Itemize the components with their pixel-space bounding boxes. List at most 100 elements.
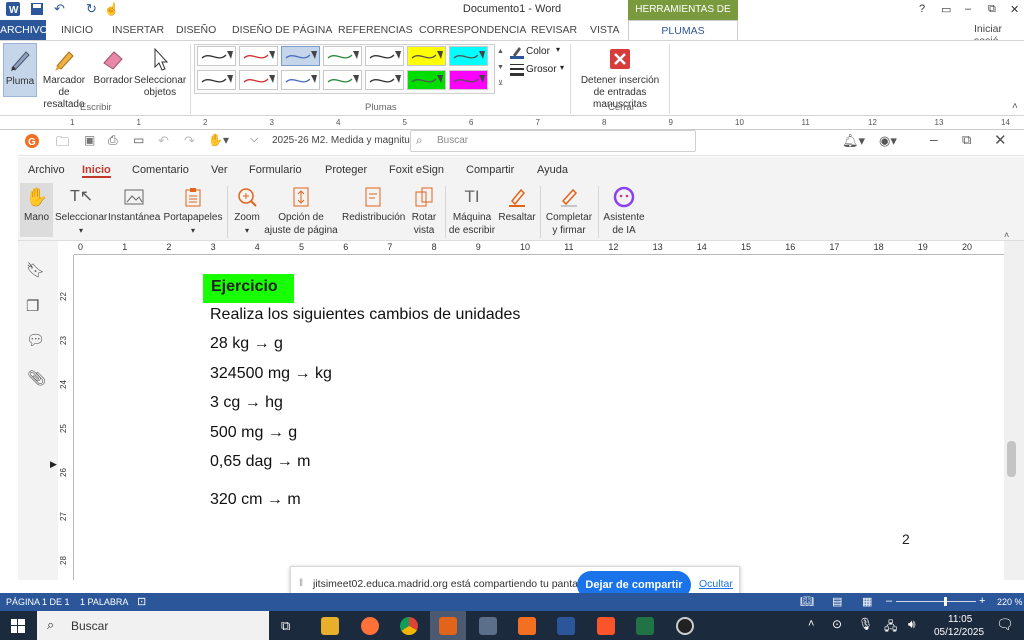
pen-preset-2-7[interactable] — [449, 70, 488, 90]
pen-preset-1-6[interactable] — [407, 46, 446, 66]
clock-time[interactable]: 11:05 — [948, 614, 972, 625]
tab-revisar[interactable]: REVISAR — [531, 24, 577, 36]
notification-bell-icon[interactable]: 🔔︎▾ — [842, 133, 865, 149]
collapse-ribbon-icon[interactable]: ˄ — [1012, 101, 1018, 112]
chrome-icon[interactable] — [400, 617, 418, 635]
tab-plumas[interactable]: PLUMAS — [628, 20, 738, 41]
volume-icon[interactable]: 🔊︎ — [908, 617, 916, 632]
pen-preset-1-2[interactable] — [239, 46, 278, 66]
foxit-pdf-icon[interactable] — [518, 617, 536, 635]
clipboard-button[interactable]: Portapapeles ▾ — [163, 186, 223, 237]
foxit-close-button[interactable]: ✕ — [994, 131, 1007, 149]
tab-vista[interactable]: VISTA — [590, 24, 620, 36]
help-button[interactable]: ? — [919, 3, 925, 15]
tab-insertar[interactable]: INSERTAR — [112, 24, 164, 36]
menu-foxit-esign[interactable]: Foxit eSign — [389, 164, 444, 176]
fit-page-button[interactable]: Opción de ajuste de página — [264, 186, 338, 237]
pen-preset-1-5[interactable] — [365, 46, 404, 66]
tab-archivo[interactable]: ARCHIVO — [0, 20, 48, 40]
menu-ver[interactable]: Ver — [211, 164, 228, 176]
foxit-minimize-button[interactable]: – — [930, 131, 938, 147]
save-icon[interactable]: ▣ — [84, 133, 95, 147]
ai-assistant-button[interactable]: Asistente de IA — [600, 186, 648, 237]
read-mode-icon[interactable]: 📖︎ — [800, 595, 814, 608]
show-hidden-icons[interactable]: ˄ — [808, 618, 814, 630]
pen-preset-1-7[interactable] — [449, 46, 488, 66]
proofing-icon[interactable]: ⊡ — [137, 595, 146, 608]
minimize-button[interactable]: – — [965, 3, 971, 15]
tab-inicio[interactable]: INICIO — [61, 24, 93, 36]
taskbar-search[interactable]: ⌕ Buscar — [37, 611, 269, 640]
highlight-button[interactable]: Resaltar — [497, 186, 537, 224]
pen-preset-2-3[interactable] — [281, 70, 320, 90]
menu-formulario[interactable]: Formulario — [249, 164, 302, 176]
meet-now-icon[interactable]: ⊙ — [832, 617, 842, 631]
pen-preset-2-5[interactable] — [365, 70, 404, 90]
eraser-button[interactable]: Borrador — [93, 46, 133, 87]
tab-diseno[interactable]: DISEÑO — [176, 24, 216, 36]
attachment-icon[interactable]: 📎︎ — [27, 369, 46, 387]
panel-expand-icon[interactable]: ▶ — [50, 459, 57, 470]
menu-proteger[interactable]: Proteger — [325, 164, 367, 176]
snapshot-button[interactable]: Instantánea — [108, 186, 160, 224]
pages-icon[interactable]: ❐ — [26, 297, 39, 315]
menu-compartir[interactable]: Compartir — [466, 164, 514, 176]
pen-preset-2-1[interactable] — [197, 70, 236, 90]
pen-preset-1-1[interactable] — [197, 46, 236, 66]
pen-preset-1-4[interactable] — [323, 46, 362, 66]
microphone-icon[interactable]: 🎙︎ — [858, 617, 873, 631]
word-taskbar-icon[interactable] — [557, 617, 575, 635]
typewriter-button[interactable]: TI Máquina de escribir — [448, 186, 496, 237]
print-layout-icon[interactable]: ▤ — [832, 595, 842, 608]
zoom-slider[interactable] — [896, 601, 976, 602]
redo-icon[interactable]: ↷ — [184, 133, 195, 149]
page-icon[interactable]: ▭ — [133, 133, 144, 147]
zoom-out-icon[interactable]: – — [886, 595, 892, 607]
pen-button[interactable]: Pluma — [3, 43, 37, 97]
zoom-in-icon[interactable]: + — [979, 595, 985, 607]
gallery-scroll[interactable]: ▲ ▼ ⊻ — [494, 44, 506, 94]
open-folder-icon[interactable]: 🗀 — [56, 133, 69, 155]
hand-tool-button[interactable]: ✋ Mano — [20, 183, 53, 237]
excel-icon[interactable] — [636, 617, 654, 635]
web-layout-icon[interactable]: ▦ — [862, 595, 872, 608]
collapse-ribbon-icon[interactable]: ˄ — [1004, 230, 1009, 240]
file-explorer-icon[interactable] — [321, 617, 339, 635]
menu-archivo[interactable]: Archivo — [28, 164, 65, 176]
word-count[interactable]: 1 PALABRA — [80, 597, 128, 607]
foxit-taskbar-icon[interactable] — [439, 617, 457, 635]
obs-icon[interactable] — [676, 617, 694, 635]
pen-preset-2-4[interactable] — [323, 70, 362, 90]
pen-preset-2-2[interactable] — [239, 70, 278, 90]
undo-icon[interactable]: ↶ — [158, 133, 169, 149]
rotate-view-button[interactable]: Rotar vista — [406, 186, 442, 237]
zoom-button[interactable]: Zoom ▾ — [230, 186, 264, 237]
foxit-search-box[interactable]: ⌕ Buscar — [410, 130, 696, 152]
clock-date[interactable]: 05/12/2025 — [934, 627, 984, 638]
select-tool-button[interactable]: T↖ Seleccionar ▾ — [55, 186, 107, 237]
tab-referencias[interactable]: REFERENCIAS — [338, 24, 413, 36]
windows-start-icon[interactable] — [11, 619, 25, 633]
fill-sign-button[interactable]: Completar y firmar — [543, 186, 595, 237]
restore-button[interactable]: ⧉ — [988, 3, 996, 16]
notifications-icon[interactable]: 🗨︎ — [996, 616, 1014, 633]
vertical-scrollbar[interactable] — [1004, 241, 1024, 580]
hide-link[interactable]: Ocultar — [699, 578, 733, 590]
reflow-button[interactable]: Redistribución — [342, 186, 405, 224]
scrollbar-thumb[interactable] — [1007, 441, 1016, 477]
pen-preset-2-6[interactable] — [407, 70, 446, 90]
brave-icon[interactable] — [597, 617, 615, 635]
menu-inicio[interactable]: Inicio — [82, 164, 111, 178]
ribbon-display-button[interactable]: ▭ — [941, 3, 951, 16]
menu-comentario[interactable]: Comentario — [132, 164, 189, 176]
task-view-icon[interactable]: ⧉ — [281, 618, 290, 634]
calculator-icon[interactable] — [479, 617, 497, 635]
customize-icon[interactable]: ⌵ — [250, 133, 258, 146]
hand-menu-icon[interactable]: ✋▾ — [208, 133, 229, 147]
bookmark-icon[interactable]: 🔖︎ — [26, 261, 45, 279]
network-icon[interactable]: 🖧︎ — [884, 617, 897, 638]
close-button[interactable]: ✕ — [1010, 3, 1019, 16]
drag-handle-icon[interactable]: ‖ — [299, 578, 303, 589]
tab-correspondencia[interactable]: CORRESPONDENCIA — [419, 24, 526, 36]
color-dropdown[interactable]: Color ▾ — [510, 45, 570, 59]
